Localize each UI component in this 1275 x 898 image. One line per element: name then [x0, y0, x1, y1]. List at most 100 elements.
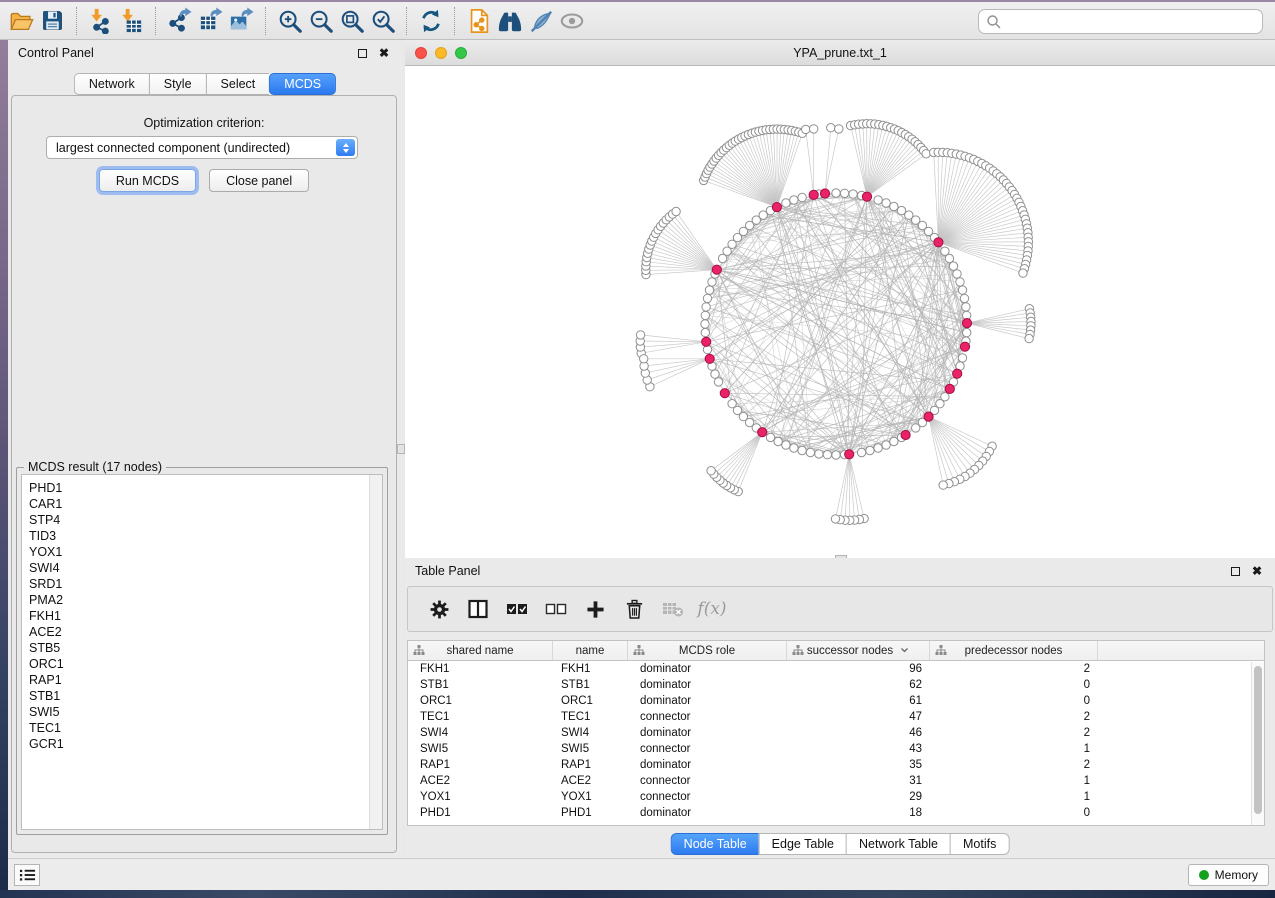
mcds-result-item[interactable]: CAR1: [29, 496, 369, 512]
close-panel-icon[interactable]: ✖: [376, 45, 392, 61]
mcds-hub-node[interactable]: [924, 412, 933, 421]
tab-select[interactable]: Select: [206, 73, 270, 95]
apply-layout-icon[interactable]: [415, 5, 446, 37]
mcds-hub-node[interactable]: [845, 450, 854, 459]
mcds-hub-node[interactable]: [702, 337, 711, 346]
zoom-selected-icon[interactable]: [367, 5, 398, 37]
memory-button[interactable]: Memory: [1188, 864, 1269, 886]
deselect-all-rows-icon[interactable]: [541, 594, 571, 624]
save-session-icon[interactable]: [37, 5, 68, 37]
table-row[interactable]: YOX1YOX1connector291: [408, 789, 1264, 805]
mcds-hub-node[interactable]: [953, 369, 962, 378]
column-header-MCDS-role[interactable]: MCDS role: [628, 641, 787, 660]
network-canvas[interactable]: [406, 67, 1273, 557]
search-input[interactable]: [1002, 12, 1262, 32]
close-panel-icon[interactable]: ✖: [1249, 563, 1265, 579]
first-neighbors-icon[interactable]: [494, 5, 525, 37]
mcds-result-item[interactable]: ORC1: [29, 656, 369, 672]
table-row[interactable]: FKH1FKH1dominator962: [408, 661, 1264, 677]
table-row[interactable]: ORC1ORC1dominator610: [408, 693, 1264, 709]
mcds-result-item[interactable]: FKH1: [29, 608, 369, 624]
select-all-rows-icon[interactable]: [502, 594, 532, 624]
export-image-icon[interactable]: [226, 5, 257, 37]
mcds-hub-node[interactable]: [758, 428, 767, 437]
import-table-icon[interactable]: [116, 5, 147, 37]
mcds-hub-node[interactable]: [772, 203, 781, 212]
close-panel-button[interactable]: Close panel: [209, 169, 309, 192]
table-scrollbar-thumb[interactable]: [1254, 666, 1262, 814]
tab-network[interactable]: Network: [74, 73, 149, 95]
import-network-icon[interactable]: [85, 5, 116, 37]
mcds-hub-node[interactable]: [934, 238, 943, 247]
export-network-icon[interactable]: [164, 5, 195, 37]
hide-graphics-details-icon[interactable]: [525, 5, 556, 37]
mcds-hub-node[interactable]: [945, 384, 954, 393]
table-row[interactable]: SWI4SWI4dominator462: [408, 725, 1264, 741]
zoom-in-icon[interactable]: [274, 5, 305, 37]
tab-edge-table[interactable]: Edge Table: [759, 833, 846, 855]
show-columns-icon[interactable]: [463, 594, 493, 624]
network-window-titlebar[interactable]: YPA_prune.txt_1: [405, 40, 1275, 66]
zoom-fit-icon[interactable]: [336, 5, 367, 37]
mcds-result-item[interactable]: TID3: [29, 528, 369, 544]
tab-node-table[interactable]: Node Table: [671, 833, 759, 855]
float-panel-icon[interactable]: [354, 45, 370, 61]
table-row[interactable]: STB1STB1dominator620: [408, 677, 1264, 693]
mcds-result-item[interactable]: YOX1: [29, 544, 369, 560]
show-graphics-details-icon[interactable]: [556, 5, 587, 37]
table-row[interactable]: RAP1RAP1dominator352: [408, 757, 1264, 773]
mcds-result-item[interactable]: RAP1: [29, 672, 369, 688]
add-column-icon[interactable]: [580, 594, 610, 624]
criterion-dropdown[interactable]: largest connected component (undirected): [46, 136, 358, 159]
maximize-window-icon[interactable]: [455, 47, 467, 59]
tab-network-table[interactable]: Network Table: [846, 833, 950, 855]
zoom-out-icon[interactable]: [305, 5, 336, 37]
float-panel-icon[interactable]: [1227, 563, 1243, 579]
table-row[interactable]: SWI5SWI5connector431: [408, 741, 1264, 757]
mcds-result-item[interactable]: STB5: [29, 640, 369, 656]
mcds-list-scrollbar[interactable]: [369, 475, 382, 829]
table-row[interactable]: PHD1PHD1dominator180: [408, 805, 1264, 821]
mcds-result-item[interactable]: STP4: [29, 512, 369, 528]
delete-column-icon[interactable]: [619, 594, 649, 624]
column-header-successor-nodes[interactable]: successor nodes: [787, 641, 930, 660]
mcds-hub-node[interactable]: [960, 342, 969, 351]
mcds-result-item[interactable]: PHD1: [29, 480, 369, 496]
table-row[interactable]: TEC1TEC1connector472: [408, 709, 1264, 725]
mcds-result-item[interactable]: GCR1: [29, 736, 369, 752]
table-scrollbar[interactable]: [1251, 662, 1264, 825]
mcds-result-item[interactable]: ACE2: [29, 624, 369, 640]
mcds-result-item[interactable]: SWI5: [29, 704, 369, 720]
column-header-shared-name[interactable]: shared name: [408, 641, 553, 660]
mcds-hub-node[interactable]: [962, 319, 971, 328]
table-row[interactable]: ACE2ACE2connector311: [408, 773, 1264, 789]
mcds-result-item[interactable]: STB1: [29, 688, 369, 704]
settings-gear-icon[interactable]: [424, 594, 454, 624]
mcds-hub-node[interactable]: [901, 430, 910, 439]
network-node: [701, 328, 709, 336]
run-mcds-button[interactable]: Run MCDS: [99, 169, 196, 192]
mcds-result-item[interactable]: PMA2: [29, 592, 369, 608]
mcds-hub-node[interactable]: [862, 192, 871, 201]
mcds-hub-node[interactable]: [809, 190, 818, 199]
export-table-icon[interactable]: [195, 5, 226, 37]
split-divider-grip[interactable]: [397, 444, 405, 454]
mcds-result-item[interactable]: SRD1: [29, 576, 369, 592]
mcds-result-item[interactable]: TEC1: [29, 720, 369, 736]
mcds-hub-node[interactable]: [712, 265, 721, 274]
minimize-window-icon[interactable]: [435, 47, 447, 59]
new-network-from-selection-icon[interactable]: [463, 5, 494, 37]
tab-mcds[interactable]: MCDS: [269, 73, 336, 95]
mcds-result-list[interactable]: PHD1CAR1STP4TID3YOX1SWI4SRD1PMA2FKH1ACE2…: [21, 474, 383, 830]
mcds-hub-node[interactable]: [820, 189, 829, 198]
mcds-hub-node[interactable]: [705, 354, 714, 363]
mcds-result-item[interactable]: SWI4: [29, 560, 369, 576]
close-window-icon[interactable]: [415, 47, 427, 59]
column-header-predecessor-nodes[interactable]: predecessor nodes: [930, 641, 1098, 660]
mcds-hub-node[interactable]: [720, 389, 729, 398]
show-panels-list-button[interactable]: [14, 864, 40, 886]
tab-motifs[interactable]: Motifs: [950, 833, 1009, 855]
tab-style[interactable]: Style: [149, 73, 206, 95]
column-header-name[interactable]: name: [553, 641, 628, 660]
open-file-icon[interactable]: [6, 5, 37, 37]
